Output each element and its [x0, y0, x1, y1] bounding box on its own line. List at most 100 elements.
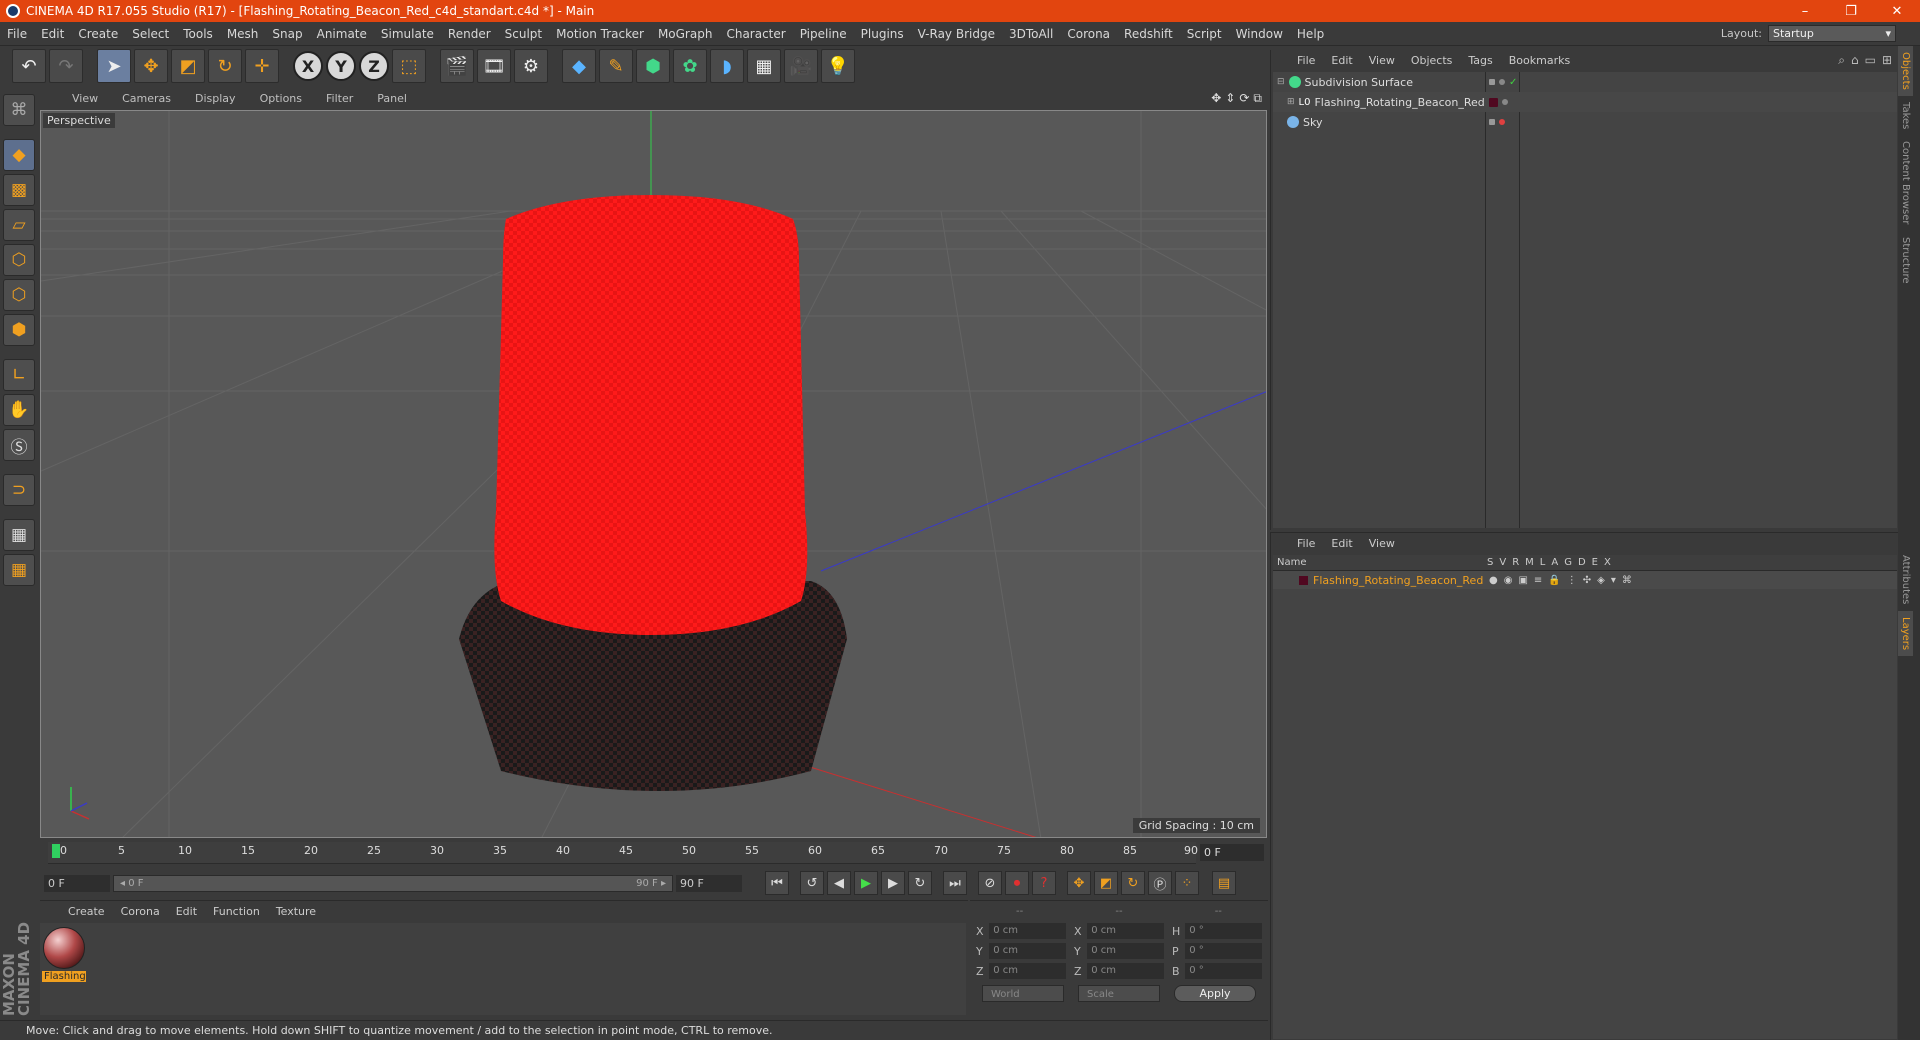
tab-content-browser[interactable]: Content Browser: [1898, 135, 1913, 230]
menu-pipeline[interactable]: Pipeline: [793, 27, 854, 41]
lock-workplane-icon[interactable]: ▦: [3, 519, 35, 551]
menu-vray-bridge[interactable]: V-Ray Bridge: [911, 27, 1002, 41]
size-x-field[interactable]: 0 cm: [1087, 923, 1164, 939]
move-tool-icon[interactable]: ✥: [134, 49, 168, 83]
manager-icon[interactable]: ≡: [1534, 575, 1542, 586]
material-menu-corona[interactable]: Corona: [113, 905, 168, 918]
maximize-view-icon[interactable]: ⧉: [1253, 91, 1262, 106]
x-axis-lock-icon[interactable]: X: [293, 51, 323, 81]
menu-create[interactable]: Create: [71, 27, 125, 41]
rotate-tool-icon[interactable]: ↻: [208, 49, 242, 83]
visibility-dot[interactable]: [1499, 119, 1505, 125]
menu-render[interactable]: Render: [441, 27, 498, 41]
enabled-check-icon[interactable]: ✓: [1509, 77, 1517, 88]
expand-icon[interactable]: ⊞: [1287, 97, 1295, 107]
size-mode-select[interactable]: Scale: [1078, 985, 1160, 1002]
current-frame-field[interactable]: 0 F: [1200, 844, 1264, 861]
cloner-icon[interactable]: ✿: [673, 49, 707, 83]
om-menu-bookmarks[interactable]: Bookmarks: [1501, 54, 1578, 67]
menu-mesh[interactable]: Mesh: [220, 27, 266, 41]
cube-primitive-icon[interactable]: ◆: [562, 49, 596, 83]
dolly-icon[interactable]: ⇕: [1225, 91, 1235, 106]
lm-menu-file[interactable]: File: [1289, 537, 1323, 550]
pan-icon[interactable]: ✥: [1211, 91, 1221, 106]
planar-workplane-icon[interactable]: ▦: [3, 554, 35, 586]
lock-icon[interactable]: 🔒: [1548, 575, 1560, 586]
z-axis-lock-icon[interactable]: Z: [359, 51, 389, 81]
layer-icon[interactable]: [1489, 79, 1495, 85]
subdivision-surface-icon[interactable]: ⬢: [636, 49, 670, 83]
menu-plugins[interactable]: Plugins: [854, 27, 911, 41]
coordinate-space-select[interactable]: World: [982, 985, 1064, 1002]
layer-color-icon[interactable]: [1489, 97, 1498, 107]
size-y-field[interactable]: 0 cm: [1087, 943, 1164, 959]
axis-mode-icon[interactable]: ∟: [3, 359, 35, 391]
workplane-mode-icon[interactable]: ▱: [3, 209, 35, 241]
menu-sculpt[interactable]: Sculpt: [498, 27, 549, 41]
om-menu-objects[interactable]: Objects: [1403, 54, 1461, 67]
start-frame-field[interactable]: 0 F: [44, 874, 110, 892]
pos-x-field[interactable]: 0 cm: [989, 923, 1066, 939]
preview-range-slider[interactable]: ◂ 0 F 90 F ▸: [113, 874, 673, 892]
object-row[interactable]: Sky: [1273, 112, 1897, 132]
menu-3dtoall[interactable]: 3DToAll: [1002, 27, 1060, 41]
key-scale-icon[interactable]: ◩: [1094, 871, 1118, 895]
snap-icon[interactable]: Ⓢ: [3, 429, 35, 461]
tab-takes[interactable]: Takes: [1898, 96, 1913, 135]
render-icon[interactable]: ▣: [1518, 575, 1527, 586]
model-mode-icon[interactable]: ◆: [3, 139, 35, 171]
keyframe-selection-icon[interactable]: ⊘: [978, 871, 1002, 895]
redo-icon[interactable]: ↷: [49, 49, 83, 83]
visibility-dot[interactable]: [1499, 79, 1505, 85]
restore-button[interactable]: ❐: [1828, 4, 1874, 19]
apply-button[interactable]: Apply: [1174, 985, 1256, 1002]
deformer-icon[interactable]: ◗: [710, 49, 744, 83]
menu-simulate[interactable]: Simulate: [374, 27, 441, 41]
close-button[interactable]: ✕: [1874, 4, 1920, 19]
key-position-icon[interactable]: ✥: [1067, 871, 1091, 895]
layer-color-swatch[interactable]: [1299, 575, 1308, 585]
menu-redshift[interactable]: Redshift: [1117, 27, 1180, 41]
menu-help[interactable]: Help: [1290, 27, 1331, 41]
search-icon[interactable]: ⌕: [1838, 53, 1845, 68]
camera-icon[interactable]: 🎥: [784, 49, 818, 83]
floor-icon[interactable]: ▦: [747, 49, 781, 83]
record-icon[interactable]: ⏺: [1005, 871, 1029, 895]
generator-icon[interactable]: ✣: [1583, 575, 1591, 586]
minimize-button[interactable]: –: [1782, 4, 1828, 19]
deformer-icon[interactable]: ◈: [1597, 575, 1605, 586]
playhead[interactable]: [52, 844, 60, 858]
texture-mode-icon[interactable]: ▩: [3, 174, 35, 206]
viewport-menu-cameras[interactable]: Cameras: [110, 92, 183, 105]
y-axis-lock-icon[interactable]: Y: [326, 51, 356, 81]
next-key-icon[interactable]: ↻: [908, 871, 932, 895]
end-frame-field[interactable]: 90 F: [676, 874, 742, 892]
menu-corona[interactable]: Corona: [1060, 27, 1117, 41]
render-settings-icon[interactable]: ⚙: [514, 49, 548, 83]
points-mode-icon[interactable]: ⬡: [3, 244, 35, 276]
menu-snap[interactable]: Snap: [265, 27, 309, 41]
rot-b-field[interactable]: 0 °: [1185, 963, 1262, 979]
next-frame-icon[interactable]: ▶: [881, 871, 905, 895]
expand-icon[interactable]: ⊞: [1882, 53, 1892, 68]
pos-z-field[interactable]: 0 cm: [989, 963, 1066, 979]
viewport-menu-options[interactable]: Options: [248, 92, 314, 105]
viewport-menu-view[interactable]: View: [60, 92, 110, 105]
new-window-icon[interactable]: ▭: [1865, 53, 1876, 68]
edges-mode-icon[interactable]: ⬡: [3, 279, 35, 311]
tab-objects[interactable]: Objects: [1898, 46, 1913, 96]
menu-select[interactable]: Select: [125, 27, 176, 41]
viewport-menu-panel[interactable]: Panel: [365, 92, 419, 105]
tab-layers[interactable]: Layers: [1898, 610, 1913, 656]
menu-file[interactable]: File: [0, 27, 34, 41]
material-menu-texture[interactable]: Texture: [268, 905, 324, 918]
key-param-icon[interactable]: Ⓟ: [1148, 871, 1172, 895]
timeline-window-icon[interactable]: ▤: [1212, 871, 1236, 895]
visibility-dot[interactable]: [1502, 99, 1508, 105]
scale-tool-icon[interactable]: ◩: [171, 49, 205, 83]
go-to-end-icon[interactable]: ⏭: [943, 871, 967, 895]
om-menu-edit[interactable]: Edit: [1323, 54, 1360, 67]
viewport-camera-label[interactable]: Perspective: [43, 113, 115, 128]
material-item[interactable]: Flashing: [42, 927, 86, 982]
coordinate-system-icon[interactable]: ⬚: [392, 49, 426, 83]
